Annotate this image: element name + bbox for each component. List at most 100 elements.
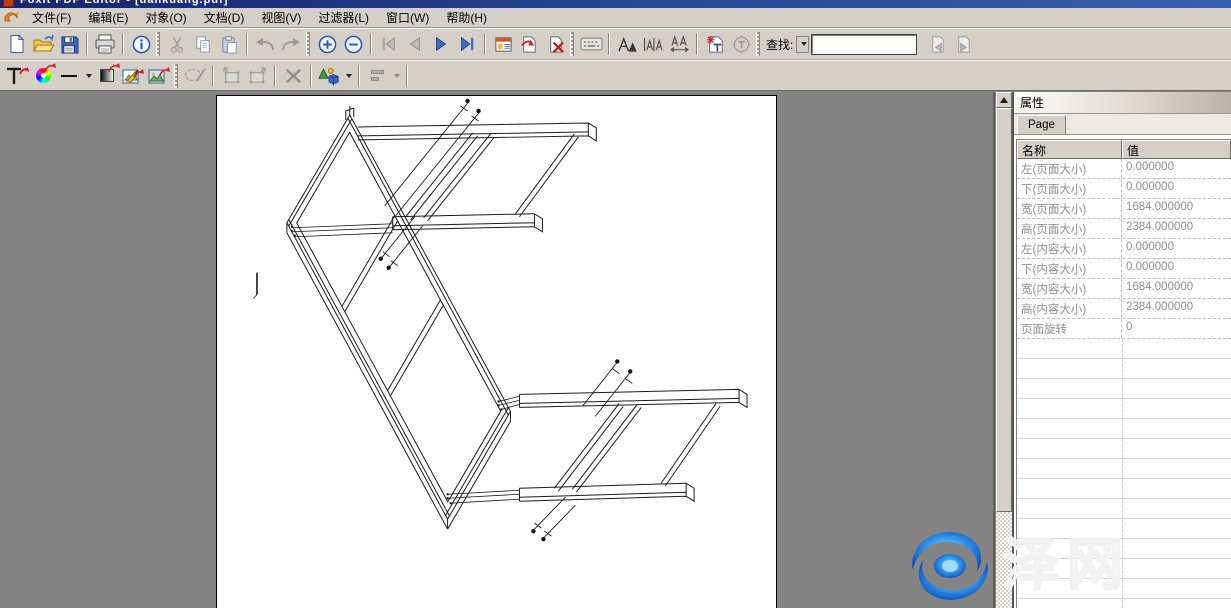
paste-icon <box>220 35 239 54</box>
add-shading-button[interactable] <box>94 63 120 88</box>
align-dropdown[interactable] <box>390 63 402 88</box>
tab-page[interactable]: Page <box>1017 115 1066 134</box>
menu-window[interactable]: 窗口(W) <box>379 7 436 28</box>
toolbar-handle[interactable] <box>174 64 178 88</box>
delete-page-button[interactable] <box>542 32 568 57</box>
menu-filter[interactable]: 过滤器(L) <box>311 7 376 28</box>
zoom-in-icon <box>318 35 337 54</box>
panel-divider <box>993 92 995 608</box>
toolbar-handle[interactable] <box>306 32 310 56</box>
undo-button[interactable] <box>252 32 278 57</box>
keyboard-button[interactable] <box>578 32 604 57</box>
find-next-button[interactable] <box>950 32 976 57</box>
column-divider <box>1122 339 1123 608</box>
toolbar-handle[interactable] <box>156 32 160 56</box>
prop-row[interactable]: 左(内容大小)0.000000 <box>1017 239 1231 259</box>
zoom-in-button[interactable] <box>314 32 340 57</box>
arrange-front-button[interactable] <box>244 63 270 88</box>
info-icon <box>132 35 151 54</box>
prop-name: 下(页面大小) <box>1017 179 1122 198</box>
lasso-icon <box>184 66 206 85</box>
zoom-out-icon <box>344 35 363 54</box>
prop-row[interactable]: 下(内容大小)0.000000 <box>1017 259 1231 279</box>
prop-value: 0.000000 <box>1122 179 1231 198</box>
scroll-up-button[interactable] <box>996 92 1012 108</box>
open-icon <box>32 34 54 54</box>
separator <box>358 65 360 87</box>
new-document-icon <box>7 34 27 54</box>
separator <box>484 33 486 55</box>
pdf-page-canvas[interactable] <box>216 95 777 608</box>
toolbar-handle[interactable] <box>756 32 760 56</box>
menu-view[interactable]: 视图(V) <box>254 7 308 28</box>
arrange-back-button[interactable] <box>218 63 244 88</box>
prop-row[interactable]: 页面旋转0 <box>1017 319 1231 339</box>
last-page-button[interactable] <box>454 32 480 57</box>
chevron-down-icon <box>86 74 92 78</box>
line-style-dropdown[interactable] <box>82 63 94 88</box>
page-layout-button[interactable] <box>490 32 516 57</box>
arrange-front-icon <box>247 66 268 85</box>
prop-name: 左(内容大小) <box>1017 239 1122 258</box>
text-circle-button[interactable] <box>728 32 754 57</box>
insert-page-button[interactable] <box>516 32 542 57</box>
page-layout-icon <box>494 35 513 54</box>
delete-object-icon <box>283 67 303 85</box>
zoom-out-button[interactable] <box>340 32 366 57</box>
char-width-button[interactable] <box>666 32 692 57</box>
menu-document[interactable]: 文档(D) <box>197 7 252 28</box>
add-image-button[interactable] <box>146 63 172 88</box>
keyboard-icon <box>580 36 603 52</box>
lasso-select-button[interactable] <box>182 63 208 88</box>
menu-object[interactable]: 对象(O) <box>138 7 193 28</box>
prop-row[interactable]: 宽(内容大小)1684.000000 <box>1017 279 1231 299</box>
redo-button[interactable] <box>278 32 304 57</box>
separator <box>86 33 88 55</box>
kerning-button[interactable] <box>640 32 666 57</box>
separator <box>212 65 214 87</box>
prop-row[interactable]: 左(页面大小)0.000000 <box>1017 159 1231 179</box>
print-button[interactable] <box>92 32 118 57</box>
find-previous-button[interactable] <box>924 32 950 57</box>
paste-button[interactable] <box>216 32 242 57</box>
document-info-button[interactable] <box>128 32 154 57</box>
line-style-button[interactable] <box>56 63 82 88</box>
menu-file[interactable]: 文件(F) <box>25 7 78 28</box>
find-input[interactable] <box>812 35 916 54</box>
add-text-object-button[interactable] <box>4 63 30 88</box>
prop-row[interactable]: 宽(页面大小)1684.000000 <box>1017 199 1231 219</box>
edit-image-button[interactable] <box>120 63 146 88</box>
prop-value: 0.000000 <box>1122 259 1231 278</box>
prop-row[interactable]: 高(页面大小)2384.000000 <box>1017 219 1231 239</box>
menu-help[interactable]: 帮助(H) <box>439 7 494 28</box>
prop-row[interactable]: 下(页面大小)0.000000 <box>1017 179 1231 199</box>
cut-button[interactable] <box>164 32 190 57</box>
scrollbar-thumb[interactable] <box>996 108 1012 512</box>
align-button[interactable] <box>364 63 390 88</box>
find-dropdown-button[interactable] <box>796 36 809 53</box>
menu-edit[interactable]: 编辑(E) <box>81 7 135 28</box>
font-button[interactable] <box>614 32 640 57</box>
prop-row[interactable]: 高(内容大小)2384.000000 <box>1017 299 1231 319</box>
separator <box>608 33 610 55</box>
shapes-button[interactable] <box>316 63 342 88</box>
vertical-scrollbar[interactable] <box>996 92 1012 608</box>
save-button[interactable] <box>56 32 82 57</box>
separator <box>274 65 276 87</box>
delete-object-button[interactable] <box>280 63 306 88</box>
app-icon <box>3 10 19 25</box>
new-document-button[interactable] <box>4 32 30 57</box>
next-page-button[interactable] <box>428 32 454 57</box>
shapes-icon <box>318 66 340 86</box>
shapes-dropdown[interactable] <box>342 63 354 88</box>
toolbar-handle[interactable] <box>570 32 574 56</box>
add-color-button[interactable] <box>30 63 56 88</box>
separator <box>696 33 698 55</box>
copy-button[interactable] <box>190 32 216 57</box>
add-text-button[interactable] <box>702 32 728 57</box>
first-page-icon <box>380 35 398 53</box>
first-page-button[interactable] <box>376 32 402 57</box>
open-button[interactable] <box>30 32 56 57</box>
text-object-icon <box>5 65 29 86</box>
prev-page-button[interactable] <box>402 32 428 57</box>
